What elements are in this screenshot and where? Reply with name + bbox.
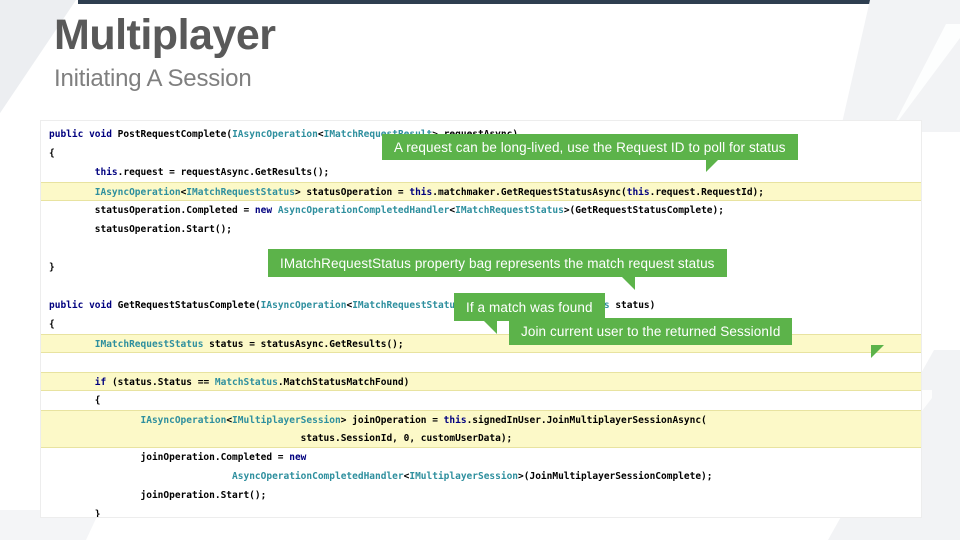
slide-heading-group: Multiplayer Initiating A Session	[54, 14, 276, 91]
code-line: this.request = requestAsync.GetResults()…	[94, 167, 330, 178]
callout-request-id: A request can be long-lived, use the Req…	[382, 134, 798, 172]
callout-pointer-tail	[484, 321, 497, 334]
callout-text: IMatchRequestStatus property bag represe…	[280, 255, 715, 271]
callout-text: Join current user to the returned Sessio…	[521, 324, 781, 339]
code-line: AsyncOperationCompletedHandler<IMultipla…	[232, 471, 713, 482]
slide-canvas: Multiplayer Initiating A Session public …	[0, 0, 960, 540]
callout-property-bag: IMatchRequestStatus property bag represe…	[268, 249, 727, 290]
callout-join-session: Join current user to the returned Sessio…	[509, 318, 884, 358]
callout-pointer-tail	[706, 160, 718, 172]
decorative-wedge-top-right	[840, 0, 960, 132]
code-line: if (status.Status == MatchStatus.MatchSt…	[41, 372, 921, 391]
top-accent-bar	[78, 0, 960, 4]
code-line: IAsyncOperation<IMatchRequestStatus> sta…	[41, 182, 921, 201]
callout-text: If a match was found	[466, 299, 593, 315]
code-line: statusOperation.Start();	[49, 224, 233, 235]
callout-match-found: If a match was found	[454, 293, 605, 334]
code-line: joinOperation.Completed = new	[49, 452, 307, 463]
page-subtitle: Initiating A Session	[54, 65, 252, 92]
callout-text: A request can be long-lived, use the Req…	[394, 139, 786, 155]
callout-pointer-tail	[871, 345, 884, 358]
callout-pointer-tail	[622, 277, 635, 290]
code-line: {	[49, 395, 101, 406]
code-line: status.SessionId, 0, customUserData);	[41, 429, 921, 448]
code-line: statusOperation.Completed = new AsyncOpe…	[49, 205, 724, 216]
code-line: }	[49, 509, 101, 518]
page-title: Multiplayer	[54, 11, 276, 59]
code-line: joinOperation.Start();	[49, 490, 267, 501]
code-line: IAsyncOperation<IMultiplayerSession> joi…	[41, 410, 921, 429]
